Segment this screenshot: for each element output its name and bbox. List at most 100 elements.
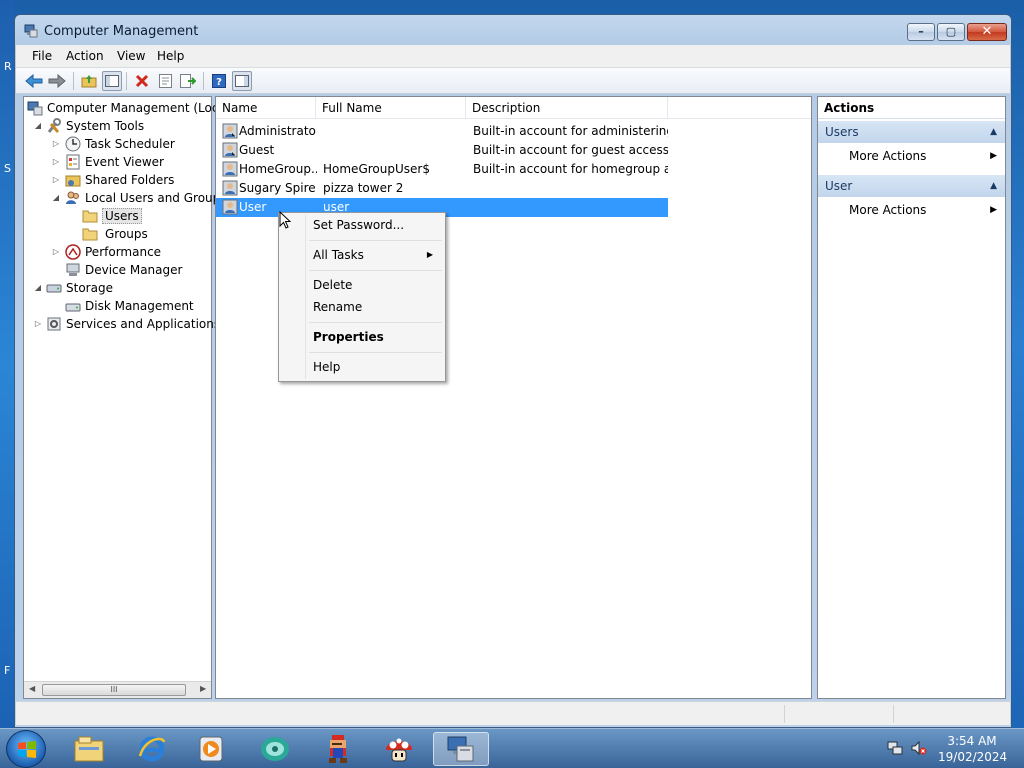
menu-gutter — [305, 215, 306, 379]
properties-icon[interactable] — [155, 71, 175, 91]
menu-help[interactable]: Help — [157, 49, 184, 63]
desktop-background: R S F — [0, 0, 14, 728]
more-actions-user[interactable]: More Actions ▶ — [849, 200, 1005, 220]
menu-view[interactable]: View — [117, 49, 145, 63]
context-menu: Set Password... All Tasks ▶ Delete Renam… — [278, 212, 446, 382]
shared-folders-icon — [65, 172, 81, 188]
expanded-arrow-icon[interactable]: ◢ — [33, 121, 43, 130]
back-icon[interactable] — [24, 71, 44, 91]
desktop-icon-label: S — [4, 162, 11, 175]
action-pane-icon[interactable] — [232, 71, 252, 91]
actions-group-users[interactable]: Users ▲ — [818, 121, 1005, 143]
more-actions-users[interactable]: More Actions ▶ — [849, 146, 1005, 166]
menu-item-label: Properties — [313, 330, 384, 344]
maximize-button[interactable]: ▢ — [937, 23, 965, 41]
tree-item-local-users-groups[interactable]: ◢ Local Users and Groups — [51, 189, 227, 207]
menu-item-all-tasks[interactable]: All Tasks ▶ — [313, 245, 439, 265]
menu-item-properties[interactable]: Properties — [313, 327, 439, 347]
task-scheduler-icon — [65, 136, 81, 152]
tree-item-disk-management[interactable]: Disk Management — [65, 297, 194, 315]
internet-explorer-icon[interactable] — [127, 732, 177, 766]
show-hide-tree-icon[interactable] — [102, 71, 122, 91]
mouse-pointer-icon — [279, 211, 291, 229]
media-player-icon[interactable] — [186, 732, 236, 766]
menu-item-rename[interactable]: Rename — [313, 297, 439, 317]
tree-item-users[interactable]: Users — [82, 207, 142, 225]
scrollbar-thumb[interactable]: III — [42, 684, 186, 696]
cell-name: Sugary Spire — [239, 181, 316, 195]
toolbar-separator — [203, 72, 204, 90]
collapse-icon[interactable]: ▲ — [990, 175, 997, 197]
volume-muted-icon[interactable] — [911, 740, 927, 756]
column-header-full-name[interactable]: Full Name — [316, 97, 466, 119]
user-account-icon — [222, 161, 238, 177]
users-list-view: Name Full Name Description Administrator… — [215, 96, 812, 699]
cell-full-name: pizza tower 2 — [323, 181, 404, 195]
collapsed-arrow-icon[interactable]: ▷ — [51, 157, 61, 166]
scroll-right-icon[interactable]: ▶ — [200, 684, 206, 693]
expanded-arrow-icon[interactable]: ◢ — [33, 283, 43, 292]
tree-item-task-scheduler[interactable]: ▷ Task Scheduler — [51, 135, 175, 153]
table-row[interactable]: Guest Built-in account for guest access … — [216, 141, 668, 160]
tree-item-storage[interactable]: ◢ Storage — [33, 279, 113, 297]
taskbar: 3:54 AM 19/02/2024 — [0, 728, 1024, 768]
actions-group-user[interactable]: User ▲ — [818, 175, 1005, 197]
mushroom-icon[interactable] — [374, 732, 424, 766]
help-icon[interactable]: ? — [209, 71, 229, 91]
table-row[interactable]: Sugary Spire pizza tower 2 — [216, 179, 668, 198]
tree-item-computer-management[interactable]: Computer Management (Local — [27, 99, 229, 117]
submenu-arrow-icon: ▶ — [990, 205, 997, 215]
tree-item-label: System Tools — [66, 119, 145, 133]
title-bar[interactable]: Computer Management – ▢ ✕ — [15, 15, 1011, 45]
scroll-left-icon[interactable]: ◀ — [29, 684, 35, 693]
menu-item-set-password[interactable]: Set Password... — [313, 215, 439, 235]
tree-item-shared-folders[interactable]: ▷ Shared Folders — [51, 171, 174, 189]
table-row[interactable]: Administrator Built-in account for admin… — [216, 122, 668, 141]
forward-icon[interactable] — [47, 71, 67, 91]
table-row[interactable]: HomeGroup... HomeGroupUser$ Built-in acc… — [216, 160, 668, 179]
collapsed-arrow-icon[interactable]: ▷ — [51, 175, 61, 184]
folder-icon — [82, 226, 98, 242]
close-icon: ✕ — [981, 24, 993, 39]
delete-icon[interactable] — [132, 71, 152, 91]
computer-management-taskbar-icon[interactable] — [433, 732, 489, 766]
mario-icon[interactable] — [313, 732, 363, 766]
tree-horizontal-scrollbar[interactable]: ◀ III ▶ — [24, 681, 211, 698]
collapse-icon[interactable]: ▲ — [990, 121, 997, 143]
cell-full-name: HomeGroupUser$ — [323, 162, 430, 176]
collapsed-arrow-icon[interactable]: ▷ — [51, 139, 61, 148]
column-header-description[interactable]: Description — [466, 97, 668, 119]
up-folder-icon[interactable] — [79, 71, 99, 91]
tree-item-services-applications[interactable]: ▷ Services and Applications — [33, 315, 220, 333]
export-icon[interactable] — [178, 71, 198, 91]
collapsed-arrow-icon[interactable]: ▷ — [33, 319, 43, 328]
expanded-arrow-icon[interactable]: ◢ — [51, 193, 61, 202]
actions-group-label: Users — [825, 125, 859, 139]
close-button[interactable]: ✕ — [967, 23, 1007, 41]
explorer-icon[interactable] — [64, 732, 114, 766]
system-clock[interactable]: 3:54 AM 19/02/2024 — [938, 733, 1007, 765]
menu-separator — [309, 240, 442, 241]
collapsed-arrow-icon[interactable]: ▷ — [51, 247, 61, 256]
start-button[interactable] — [6, 730, 46, 768]
user-account-icon — [222, 123, 238, 139]
window-title: Computer Management — [44, 24, 199, 39]
menu-item-delete[interactable]: Delete — [313, 275, 439, 295]
svg-text:?: ? — [216, 77, 222, 88]
menu-item-help[interactable]: Help — [313, 357, 439, 377]
menu-file[interactable]: File — [32, 49, 52, 63]
disk-management-icon — [65, 298, 81, 314]
tree-item-system-tools[interactable]: ◢ System Tools — [33, 117, 144, 135]
column-header-name[interactable]: Name — [216, 97, 316, 119]
tree-item-performance[interactable]: ▷ Performance — [51, 243, 161, 261]
app-icon[interactable] — [250, 732, 300, 766]
tree-item-event-viewer[interactable]: ▷ Event Viewer — [51, 153, 164, 171]
tree-item-device-manager[interactable]: Device Manager — [65, 261, 182, 279]
computer-management-icon — [24, 24, 38, 38]
minimize-button[interactable]: – — [907, 23, 935, 41]
user-account-icon — [222, 142, 238, 158]
tree-item-groups[interactable]: Groups — [82, 225, 151, 243]
menu-action[interactable]: Action — [66, 49, 104, 63]
network-icon[interactable] — [887, 740, 903, 756]
services-apps-icon — [46, 316, 62, 332]
